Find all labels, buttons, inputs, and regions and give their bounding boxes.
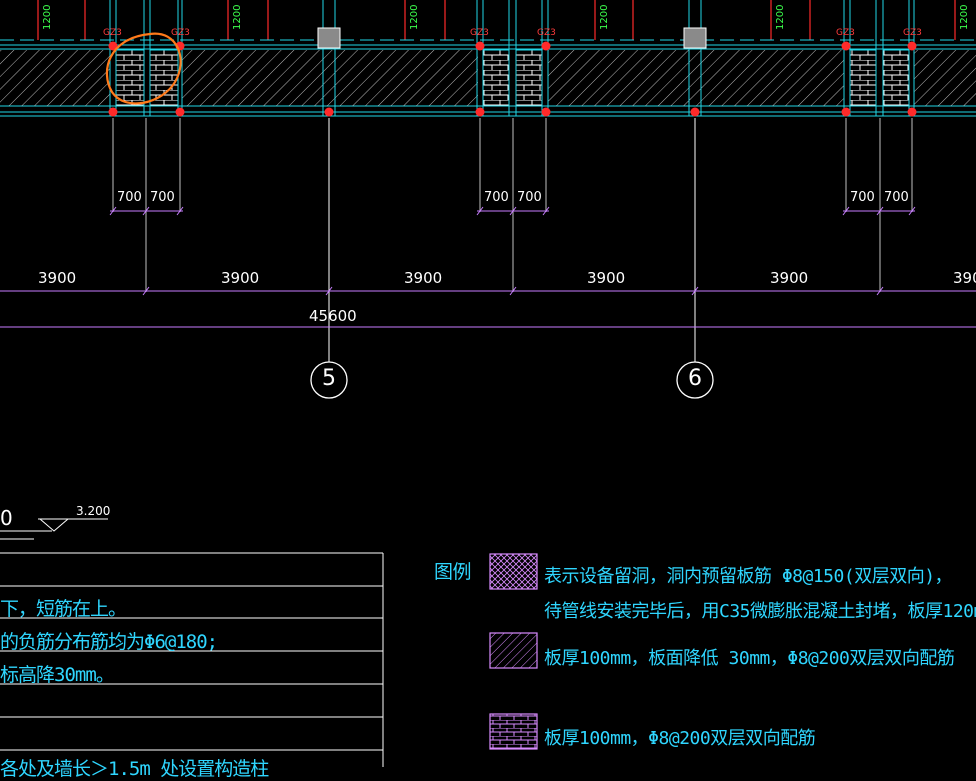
legend-swatch-lowered-slab [489, 632, 538, 669]
cad-canvas[interactable] [0, 0, 976, 767]
extension-lines [112, 118, 913, 362]
axis-bubbles [310, 361, 714, 399]
legend-swatch-opening [489, 553, 538, 590]
top-red-lines [37, 0, 956, 40]
bay-dimension-line [0, 286, 976, 328]
elevation-marker [0, 518, 108, 540]
legend-swatches [489, 553, 538, 750]
notes-table [0, 552, 384, 767]
legend-swatch-brick-slab [489, 713, 538, 750]
